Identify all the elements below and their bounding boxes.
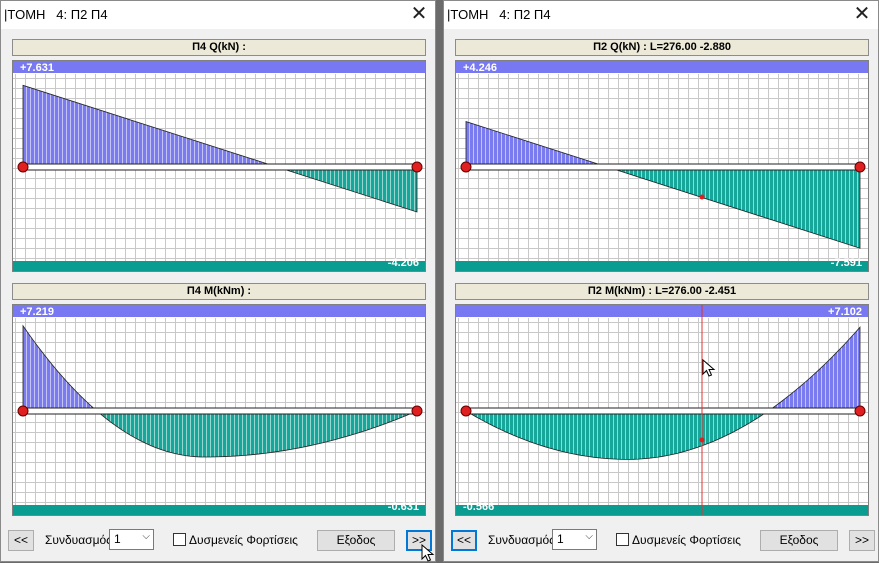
moment-header: Π2 M(kNm) : L=276.00 -2.451 [455, 283, 869, 300]
moment-diagram [13, 305, 425, 515]
adverse-loadings-label: Δυσμενείς Φορτίσεις [632, 533, 741, 547]
diagram-window-left: |ΤΟΜΗ 4: Π2 Π4 ✕ Π4 Q(kN) : +7.631 -4.20… [0, 0, 436, 562]
shear-max-label: +4.246 [463, 62, 497, 74]
support-left [460, 161, 472, 173]
moment-plot: +7.102 -0.566 [455, 304, 869, 516]
next-button[interactable]: >> [849, 530, 875, 551]
adverse-loadings-checkbox[interactable] [173, 533, 186, 546]
support-right [411, 161, 423, 173]
positive-band [13, 305, 425, 317]
beam-axis [22, 407, 418, 415]
support-left [460, 405, 472, 417]
chevron-down-icon: ⌵ [142, 531, 150, 542]
support-left [17, 405, 29, 417]
combination-value: 1 [114, 532, 121, 546]
shear-plot: +4.246 -7.591 [455, 60, 869, 272]
adverse-loadings-checkbox[interactable] [616, 533, 629, 546]
negative-band [13, 505, 425, 515]
shear-min-label: -7.591 [830, 257, 862, 269]
window-title: |ΤΟΜΗ 4: Π2 Π4 [447, 7, 551, 22]
section-marker [699, 437, 705, 443]
window-title: |ΤΟΜΗ 4: Π2 Π4 [4, 7, 108, 22]
positive-band [456, 61, 868, 73]
positive-band [13, 61, 425, 73]
shear-header: Π4 Q(kN) : [12, 39, 426, 56]
combination-select[interactable]: 1 ⌵ [109, 529, 154, 550]
moment-panel: Π4 M(kNm) : +7.219 -0.631 [12, 283, 426, 516]
positive-band [456, 305, 868, 317]
combination-select[interactable]: 1 ⌵ [552, 529, 597, 550]
shear-panel: Π4 Q(kN) : +7.631 -4.206 [12, 39, 426, 272]
exit-button[interactable]: Εξοδος [760, 530, 838, 551]
moment-plot: +7.219 -0.631 [12, 304, 426, 516]
shear-header: Π2 Q(kN) : L=276.00 -2.880 [455, 39, 869, 56]
shear-diagram [13, 61, 425, 271]
negative-band [456, 261, 868, 271]
shear-max-label: +7.631 [20, 62, 54, 74]
previous-button[interactable]: << [8, 530, 34, 551]
negative-band [13, 261, 425, 271]
adverse-loadings-label: Δυσμενείς Φορτίσεις [189, 533, 298, 547]
moment-min-label: -0.631 [387, 501, 419, 513]
support-right [411, 405, 423, 417]
diagram-window-right: |ΤΟΜΗ 4: Π2 Π4 ✕ Π2 Q(kN) : L=276.00 -2.… [443, 0, 879, 562]
combination-label: Συνδυασμός [488, 533, 555, 547]
support-left [17, 161, 29, 173]
title-bar: |ΤΟΜΗ 4: Π2 Π4 ✕ [444, 1, 878, 29]
negative-band [456, 505, 868, 515]
support-right [854, 161, 866, 173]
mouse-cursor-icon [421, 544, 435, 562]
moment-max-label: +7.102 [828, 306, 862, 318]
moment-max-label: +7.219 [20, 306, 54, 318]
moment-min-label: -0.566 [463, 501, 495, 513]
shear-panel: Π2 Q(kN) : L=276.00 -2.880 +4.246 -7.591 [455, 39, 869, 272]
combination-label: Συνδυασμός [45, 533, 112, 547]
title-bar: |ΤΟΜΗ 4: Π2 Π4 ✕ [1, 1, 435, 29]
exit-button[interactable]: Εξοδος [317, 530, 395, 551]
section-marker [699, 194, 705, 200]
moment-header: Π4 M(kNm) : [12, 283, 426, 300]
shear-plot: +7.631 -4.206 [12, 60, 426, 272]
shear-min-label: -4.206 [387, 257, 419, 269]
chevron-down-icon: ⌵ [585, 531, 593, 542]
support-right [854, 405, 866, 417]
beam-axis [22, 163, 418, 171]
close-icon[interactable]: ✕ [409, 4, 429, 24]
beam-axis [465, 163, 861, 171]
combination-value: 1 [557, 532, 564, 546]
close-icon[interactable]: ✕ [852, 4, 872, 24]
beam-axis [465, 407, 861, 415]
moment-diagram [456, 305, 868, 515]
moment-panel: Π2 M(kNm) : L=276.00 -2.451 +7.102 -0.56… [455, 283, 869, 516]
shear-diagram [456, 61, 868, 271]
previous-button[interactable]: << [451, 530, 477, 551]
